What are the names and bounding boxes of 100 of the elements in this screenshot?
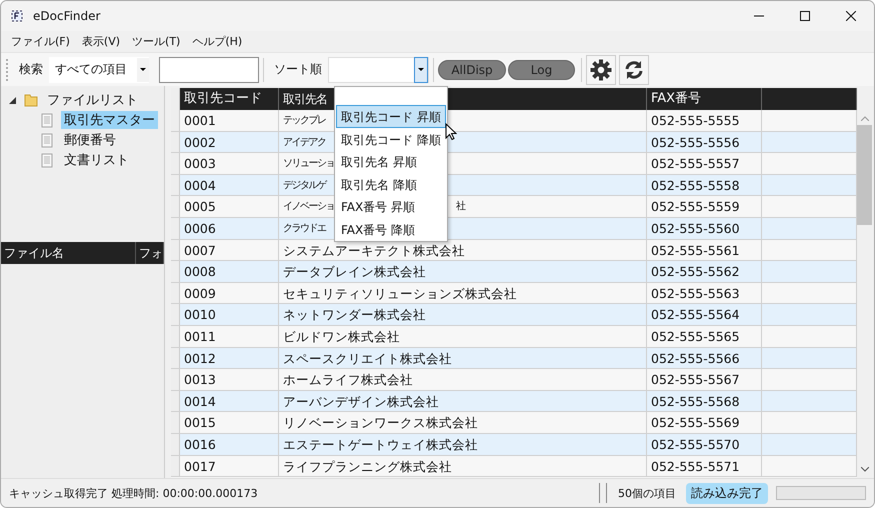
table-cell: 0017 [180,456,279,476]
row-header[interactable] [171,196,180,217]
table-row[interactable]: 0007 システムアーキテクト株式会社 052-555-5561 [171,240,857,262]
dropdown-option[interactable]: FAX番号 降順 [336,218,446,240]
table-cell: 0005 [180,196,279,217]
table-cell: 0014 [180,390,279,412]
table-cell: 052-555-5565 [647,326,762,347]
item-count: 50個の項目 [617,486,677,500]
search-field[interactable] [159,56,259,82]
expand-icon[interactable] [9,96,16,104]
row-header[interactable] [171,174,180,196]
table-cell: 052-555-5555 [647,110,762,131]
table-cell: 0015 [180,412,279,433]
row-header[interactable] [171,304,180,325]
document-icon [41,132,53,148]
table-row[interactable]: 0016 エステートゲートウェイ株式会社 052-555-5570 [171,434,857,456]
row-header[interactable] [171,153,180,174]
row-header[interactable] [171,390,180,412]
table-cell: 052-555-5557 [647,153,762,174]
table-row[interactable]: 0017 ライフプランニング株式会社 052-555-5571 [171,456,857,478]
table-cell: 052-555-5563 [647,282,762,304]
table-row[interactable]: 0008 データブレイン株式会社 052-555-5562 [171,261,857,283]
table-row[interactable]: 0015 リノベーションワークス株式会社 052-555-5569 [171,412,857,434]
table-cell: リノベーションワークス株式会社 [279,412,647,433]
table-cell: 052-555-5569 [647,412,762,433]
maximize-icon [800,11,810,21]
document-icon [41,112,53,128]
menu-item[interactable]: ファイル(F) [5,34,76,49]
table-cell: 0012 [180,348,279,368]
caret-icon [418,68,424,71]
table-cell: 052-555-5561 [647,240,762,260]
table-cell-text: 社 [456,200,466,214]
tree-item[interactable]: ファイルリスト [44,91,141,109]
scrollbar-thumb[interactable] [857,125,872,225]
row-header[interactable] [171,412,180,433]
row-header[interactable] [171,326,180,347]
table-row[interactable]: 0014 アーバンデザイン株式会社 052-555-5568 [171,390,857,412]
app-icon [9,9,25,23]
table-cell: 052-555-5566 [647,348,762,368]
row-header[interactable] [171,369,180,390]
sort-label: ソート順 [274,61,322,78]
table-cell: 052-555-5556 [647,132,762,152]
toolbar-button[interactable]: Log [508,60,575,80]
row-header[interactable] [171,261,180,282]
row-header[interactable] [171,132,180,152]
table-cell: 052-555-5562 [647,261,762,282]
refresh-button[interactable] [619,54,649,84]
refresh-icon [624,60,644,80]
table-cell: スペースクリエイト株式会社 [279,348,647,368]
row-header[interactable] [171,434,180,454]
menu-item[interactable]: ツール(T) [126,34,186,49]
load-status: 読み込み完了 [686,482,768,504]
tree-item[interactable]: 郵便番号 [61,131,119,149]
table-cell: ビルドワン株式会社 [279,326,647,347]
menu-item[interactable]: 表示(V) [76,34,126,49]
table-cell: アーバンデザイン株式会社 [279,390,647,412]
toolbar-button[interactable]: AllDisp [438,60,506,80]
table-cell: 052-555-5559 [647,196,762,217]
table-cell: 0006 [180,218,279,239]
menu-item[interactable]: ヘルプ(H) [186,34,248,49]
row-header[interactable] [171,348,180,368]
table-cell: 0003 [180,153,279,174]
table-cell: ホームライフ株式会社 [279,369,647,390]
search-label: 検索 [19,61,43,78]
table-cell: 052-555-5558 [647,174,762,196]
row-header[interactable] [171,240,180,260]
table-row[interactable]: 0010 ネットワンダー株式会社 052-555-5564 [171,304,857,326]
dropdown-value: すべての項目 [54,61,128,78]
row-header[interactable] [171,282,180,304]
row-header[interactable] [171,218,180,239]
table-row[interactable]: 0012 スペースクリエイト株式会社 052-555-5566 [171,348,857,370]
tree-item[interactable]: 取引先マスター [61,111,158,129]
table-cell: 0013 [180,369,279,390]
dropdown-option[interactable]: 取引先コード 昇順 [336,105,446,128]
table-cell: セキュリティソリューションズ株式会社 [279,282,647,304]
document-icon [41,152,53,168]
toolbar-grip[interactable] [5,58,9,82]
scroll-up-icon[interactable] [860,116,868,121]
table-cell: エステートゲートウェイ株式会社 [279,434,647,454]
dropdown-button[interactable] [414,56,428,82]
table-cell: 052-555-5568 [647,390,762,412]
table-cell: 0011 [180,326,279,347]
window-title: eDocFinder [33,9,102,23]
table-cell: 052-555-5560 [647,218,762,239]
table-cell: 0004 [180,174,279,196]
table-row[interactable]: 0011 ビルドワン株式会社 052-555-5565 [171,326,857,348]
scroll-down-icon[interactable] [860,467,868,472]
table-row[interactable]: 0013 ホームライフ株式会社 052-555-5567 [171,369,857,391]
table-cell: 0010 [180,304,279,325]
row-header[interactable] [171,456,180,476]
table-cell: 052-555-5570 [647,434,762,454]
dropdown-option[interactable]: FAX番号 昇順 [336,195,446,218]
search-scope-dropdown[interactable]: すべての項目 [49,56,149,82]
dropdown-option[interactable]: 取引先名 降順 [336,172,446,195]
tree-item[interactable]: 文書リスト [61,151,132,169]
table-row[interactable]: 0009 セキュリティソリューションズ株式会社 052-555-5563 [171,282,857,304]
table-cell: 0007 [180,240,279,260]
table-cell: 0001 [180,110,279,131]
dropdown-button[interactable] [137,58,149,82]
settings-button[interactable] [586,54,616,84]
